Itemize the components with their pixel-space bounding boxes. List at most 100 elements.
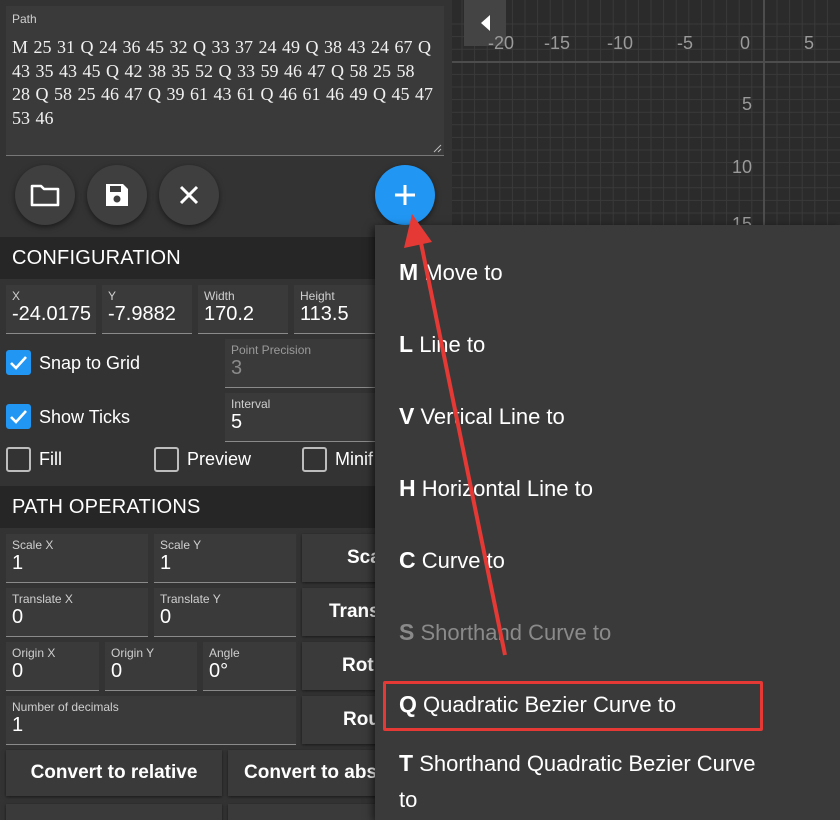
menu-item-key: C	[399, 547, 416, 573]
translate-x-label: Translate X	[12, 592, 73, 606]
y-value[interactable]: -7.9882	[108, 303, 176, 326]
x-label: X	[12, 289, 21, 303]
menu-item-key: S	[399, 619, 415, 645]
y-field[interactable]: Y -7.9882	[102, 285, 192, 334]
interval-label: Interval	[231, 397, 271, 411]
convert-to-relative-button[interactable]: Convert to relative	[6, 750, 222, 796]
x-value[interactable]: -24.0175	[12, 303, 91, 326]
resize-handle-icon[interactable]	[432, 143, 442, 153]
scale-x-value[interactable]: 1	[12, 552, 23, 575]
interval-field[interactable]: Interval 5	[225, 393, 385, 442]
menu-item-line-to[interactable]: L Line to	[399, 331, 485, 358]
menu-item-horizontal-line-to[interactable]: H Horizontal Line to	[399, 475, 593, 502]
width-field[interactable]: Width 170.2	[198, 285, 288, 334]
height-field[interactable]: Height 113.5	[294, 285, 384, 334]
chevron-left-icon	[480, 15, 490, 31]
menu-item-label: Move to	[424, 260, 503, 285]
menu-item-curve-to[interactable]: C Curve to	[399, 547, 505, 574]
y-tick-label: 5	[742, 94, 753, 114]
x-field[interactable]: X -24.0175	[6, 285, 96, 334]
open-file-button[interactable]	[15, 165, 75, 225]
save-icon	[106, 184, 128, 206]
minify-label: Minif	[335, 449, 374, 469]
origin-y-label: Origin Y	[111, 646, 155, 660]
x-tick-label: -5	[677, 33, 694, 53]
origin-x-value[interactable]: 0	[12, 660, 23, 683]
origin-x-label: Origin X	[12, 646, 56, 660]
origin-y-field[interactable]: Origin Y 0	[105, 642, 197, 691]
decimals-label: Number of decimals	[12, 700, 119, 714]
width-label: Width	[204, 289, 235, 303]
angle-field[interactable]: Angle 0°	[203, 642, 296, 691]
menu-item-shorthand-quadratic-bezier-curve-to[interactable]: T Shorthand Quadratic Bezier Curve to	[399, 745, 755, 818]
x-tick-label: -15	[544, 33, 571, 53]
height-label: Height	[300, 289, 335, 303]
show-ticks-label: Show Ticks	[39, 407, 131, 427]
menu-item-label: Line to	[419, 332, 486, 357]
scale-x-field[interactable]: Scale X 1	[6, 534, 148, 583]
extra-button-1[interactable]	[6, 804, 222, 820]
angle-value[interactable]: 0°	[209, 660, 228, 683]
menu-item-key: M	[399, 259, 419, 285]
menu-item-label-wrap: to	[399, 787, 418, 812]
translate-x-field[interactable]: Translate X 0	[6, 588, 148, 637]
menu-item-label: Shorthand Quadratic Bezier Curve	[419, 751, 756, 776]
decimals-field[interactable]: Number of decimals 1	[6, 696, 296, 745]
menu-item-key: T	[399, 750, 414, 776]
translate-x-value[interactable]: 0	[12, 606, 23, 629]
menu-item-label: Curve to	[421, 548, 505, 573]
menu-item-vertical-line-to[interactable]: V Vertical Line to	[399, 403, 565, 430]
x-tick-label: 0	[740, 33, 751, 53]
highlight-box	[383, 681, 763, 731]
scale-y-value[interactable]: 1	[160, 552, 171, 575]
interval-value[interactable]: 5	[231, 411, 242, 434]
menu-item-key: H	[399, 475, 416, 501]
origin-x-field[interactable]: Origin X 0	[6, 642, 99, 691]
menu-item-label: Horizontal Line to	[421, 476, 593, 501]
translate-y-field[interactable]: Translate Y 0	[154, 588, 296, 637]
y-label: Y	[108, 289, 117, 303]
folder-open-icon	[30, 184, 60, 207]
close-icon	[179, 185, 199, 205]
preview-label: Preview	[187, 449, 252, 469]
show-ticks-checkbox[interactable]	[6, 404, 31, 429]
scale-y-label: Scale Y	[160, 538, 202, 552]
snap-to-grid-checkbox[interactable]	[6, 350, 31, 375]
menu-item-key: L	[399, 331, 414, 357]
y-tick-label: 10	[732, 157, 753, 177]
x-tick-label: -10	[607, 33, 634, 53]
clear-button[interactable]	[159, 165, 219, 225]
translate-y-value[interactable]: 0	[160, 606, 171, 629]
add-icon	[395, 185, 415, 205]
menu-item-label: Shorthand Curve to	[420, 620, 612, 645]
height-value[interactable]: 113.5	[300, 303, 349, 326]
point-precision-value: 3	[231, 357, 243, 379]
menu-item-move-to[interactable]: M Move to	[399, 259, 503, 286]
add-command-button[interactable]	[375, 165, 435, 225]
path-label: Path	[12, 12, 37, 26]
minify-checkbox[interactable]	[302, 447, 327, 472]
point-precision-field: Point Precision 3	[225, 339, 385, 388]
decimals-value[interactable]: 1	[12, 714, 23, 737]
width-value[interactable]: 170.2	[204, 303, 254, 326]
checkmark-icon	[10, 356, 27, 370]
translate-y-label: Translate Y	[160, 592, 221, 606]
x-tick-label: 5	[804, 33, 815, 53]
snap-to-grid-label: Snap to Grid	[39, 353, 141, 373]
path-value[interactable]: M 25 31 Q 24 36 45 32 Q 33 37 24 49 Q 38…	[12, 36, 436, 130]
checkmark-icon	[10, 410, 27, 424]
origin-y-value[interactable]: 0	[111, 660, 122, 683]
path-textarea[interactable]: Path M 25 31 Q 24 36 45 32 Q 33 37 24 49…	[6, 6, 444, 156]
menu-item-label: Vertical Line to	[420, 404, 565, 429]
menu-item-shorthand-curve-to: S Shorthand Curve to	[399, 619, 611, 646]
preview-checkbox[interactable]	[154, 447, 179, 472]
scale-y-field[interactable]: Scale Y 1	[154, 534, 296, 583]
save-button[interactable]	[87, 165, 147, 225]
angle-label: Angle	[209, 646, 240, 660]
x-tick-label: -20	[488, 33, 515, 53]
menu-item-key: V	[399, 403, 415, 429]
fill-checkbox[interactable]	[6, 447, 31, 472]
point-precision-label: Point Precision	[231, 343, 312, 357]
fill-label: Fill	[39, 449, 62, 469]
scale-x-label: Scale X	[12, 538, 54, 552]
